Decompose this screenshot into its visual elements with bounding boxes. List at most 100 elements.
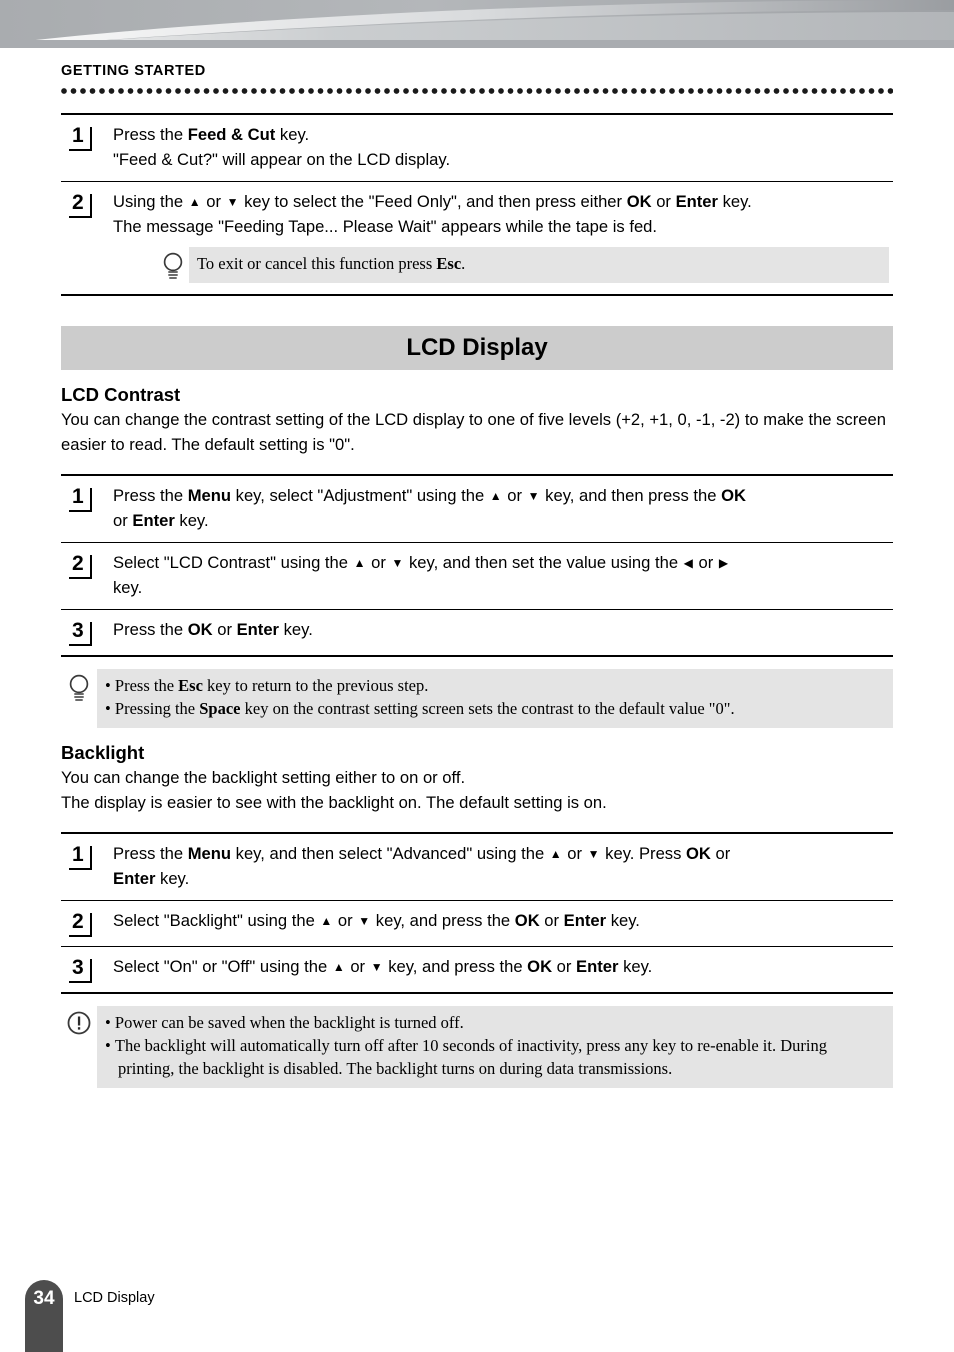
- step-row: 1 Press the Menu key, select "Adjustment"…: [61, 476, 893, 542]
- emphasis-key: Enter: [113, 868, 156, 888]
- footer-label: LCD Display: [74, 1290, 155, 1306]
- arrow-key-glyph: ▼: [587, 847, 600, 861]
- step-row: 1 Press the Menu key, and then select "Ad…: [61, 834, 893, 900]
- step-number: 1: [69, 125, 99, 151]
- step-row: 2 Using the ▲ or ▼ key to select the "Fee…: [61, 181, 893, 294]
- step-number: 3: [69, 620, 99, 646]
- emphasis-key: Enter: [576, 957, 619, 976]
- step-text: Press the Feed & Cut key. "Feed & Cut?" w…: [113, 123, 893, 172]
- emphasis-key: Enter: [563, 911, 607, 930]
- emphasis-key: Feed & Cut: [187, 125, 276, 144]
- emphasis-key: Esc: [436, 254, 462, 273]
- note-bullet: Power can be saved when the backlight is…: [105, 1011, 883, 1034]
- emphasis-key: Esc: [178, 676, 203, 695]
- step-line: Press the Feed & Cut key.: [113, 125, 310, 144]
- step-text: Using the ▲ or ▼ key to select the "Feed…: [113, 190, 893, 285]
- emphasis-key: OK: [626, 192, 652, 211]
- note-text: Press the Esc key to return to the previ…: [97, 669, 893, 728]
- emphasis-key: Enter: [236, 620, 280, 639]
- section-title: LCD Display: [406, 334, 548, 361]
- step-row: 3 Select "On" or "Off" using the ▲ or ▼ k…: [61, 946, 893, 992]
- exclamation-circle-icon: [67, 1011, 91, 1035]
- section-title-bar: LCD Display: [61, 326, 893, 370]
- note-icon: [61, 1006, 97, 1036]
- tip-icon: [157, 247, 189, 281]
- running-head: GETTING STARTED: [61, 63, 206, 79]
- arrow-key-glyph: ▲: [489, 489, 502, 503]
- step-line: Select "Backlight" using the ▲ or ▼ key,…: [113, 911, 640, 930]
- lcd-contrast-intro: You can change the contrast setting of t…: [61, 410, 886, 454]
- emphasis-key: OK: [187, 620, 213, 639]
- lcd-contrast-heading: LCD Contrast: [61, 384, 181, 405]
- arrow-key-glyph: ▲: [332, 960, 345, 974]
- dotted-divider: [61, 88, 893, 96]
- lightbulb-icon: [69, 674, 89, 701]
- step-number: 2: [69, 911, 99, 937]
- arrow-key-glyph: ▶: [718, 556, 729, 570]
- tip-text: To exit or cancel this function press Es…: [189, 247, 889, 283]
- note-icon: [61, 669, 97, 703]
- step-line: Press the OK or Enter key.: [113, 620, 313, 639]
- backlight-intro-line: You can change the backlight setting eit…: [61, 768, 466, 787]
- backlight-intro-line: The display is easier to see with the ba…: [61, 792, 607, 812]
- step-line: The message "Feeding Tape... Please Wait…: [113, 216, 658, 236]
- step-number: 2: [69, 192, 99, 218]
- emphasis-key: OK: [527, 957, 553, 976]
- feed-steps-block: 1 Press the Feed & Cut key. "Feed & Cut?" …: [61, 113, 893, 296]
- step-line: Select "LCD Contrast" using the ▲ or ▼ k…: [113, 553, 729, 572]
- arrow-key-glyph: ▲: [188, 195, 201, 209]
- step-line: Using the ▲ or ▼ key to select the "Feed…: [113, 192, 752, 211]
- step-line: Select "On" or "Off" using the ▲ or ▼ ke…: [113, 957, 653, 976]
- emphasis-key: OK: [514, 911, 540, 930]
- step-text: Select "On" or "Off" using the ▲ or ▼ ke…: [113, 955, 893, 980]
- lightbulb-icon: [163, 252, 183, 279]
- step-text: Press the OK or Enter key.: [113, 618, 893, 643]
- backlight-intro: You can change the backlight setting eit…: [61, 766, 893, 815]
- step-line: key.: [113, 577, 143, 597]
- step-line: Enter key.: [113, 868, 190, 888]
- emphasis-key: OK: [686, 844, 711, 863]
- backlight-heading: Backlight: [61, 742, 145, 763]
- step-line: or Enter key.: [113, 510, 209, 530]
- step-row: 1 Press the Feed & Cut key. "Feed & Cut?" …: [61, 115, 893, 181]
- arrow-key-glyph: ◀: [683, 556, 693, 570]
- step-line: Press the Menu key, select "Adjustment" …: [113, 486, 746, 505]
- step-text: Select "Backlight" using the ▲ or ▼ key,…: [113, 909, 893, 934]
- step-number: 1: [69, 486, 99, 512]
- step-number: 2: [69, 553, 99, 579]
- step-text: Press the Menu key, select "Adjustment" …: [113, 484, 893, 533]
- step-text: Press the Menu key, and then select "Adv…: [113, 842, 893, 891]
- step-line: "Feed & Cut?" will appear on the LCD dis…: [113, 149, 451, 169]
- note-bullet: Press the Esc key to return to the previ…: [105, 674, 883, 697]
- note-bullet: Pressing the Space key on the contrast s…: [105, 697, 883, 720]
- arrow-key-glyph: ▼: [527, 489, 540, 503]
- backlight-note: Power can be saved when the backlight is…: [61, 1006, 893, 1088]
- page-footer: 34 LCD Display: [0, 1280, 954, 1352]
- emphasis-key: Menu: [187, 844, 232, 863]
- page-number-tab: 34: [25, 1280, 63, 1352]
- step-text: Select "LCD Contrast" using the ▲ or ▼ k…: [113, 551, 893, 600]
- arrow-key-glyph: ▼: [358, 914, 371, 928]
- arrow-key-glyph: ▼: [391, 556, 404, 570]
- emphasis-key: Menu: [187, 486, 232, 505]
- lcd-contrast-steps-block: 1 Press the Menu key, select "Adjustment"…: [61, 474, 893, 657]
- arrow-key-glyph: ▲: [353, 556, 366, 570]
- step-row: 2 Select "Backlight" using the ▲ or ▼ key…: [61, 900, 893, 946]
- page-number: 34: [33, 1288, 55, 1309]
- page-header-banner: [0, 0, 954, 48]
- arrow-key-glyph: ▲: [320, 914, 333, 928]
- note-bullet: The backlight will automatically turn of…: [105, 1034, 883, 1080]
- emphasis-key: OK: [721, 486, 746, 505]
- step-number: 1: [69, 844, 99, 870]
- emphasis-key: Space: [199, 699, 241, 718]
- tip-line: To exit or cancel this function press Es…: [197, 254, 466, 273]
- note-text: Power can be saved when the backlight is…: [97, 1006, 893, 1088]
- step-number: 3: [69, 957, 99, 983]
- lcd-contrast-note: Press the Esc key to return to the previ…: [61, 669, 893, 728]
- step-row: 2 Select "LCD Contrast" using the ▲ or ▼ …: [61, 542, 893, 609]
- step-tip-callout: To exit or cancel this function press Es…: [157, 247, 889, 283]
- emphasis-key: Enter: [132, 510, 175, 530]
- arrow-key-glyph: ▲: [549, 847, 562, 861]
- emphasis-key: Enter: [675, 192, 718, 211]
- arrow-key-glyph: ▼: [370, 960, 383, 974]
